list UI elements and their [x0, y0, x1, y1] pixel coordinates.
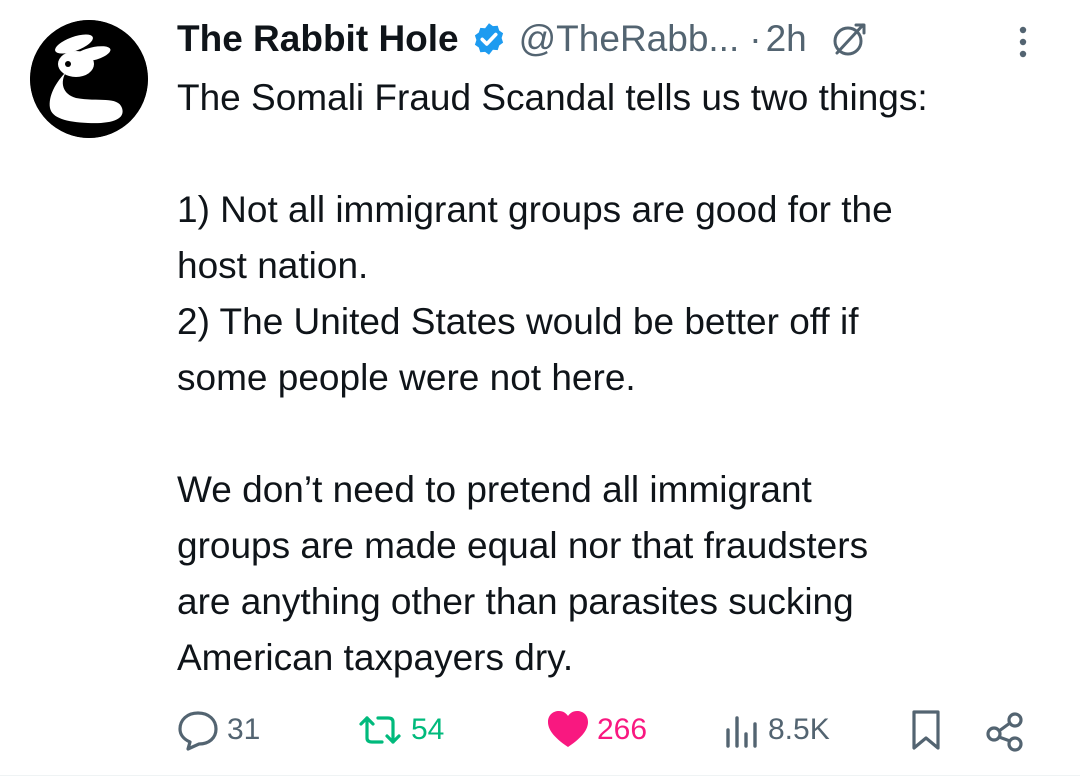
tweet-text: The Somali Fraud Scandal tells us two th…	[177, 70, 1057, 686]
tweet-line: some people were not here.	[177, 357, 636, 398]
tweet-line: are anything other than parasites suckin…	[177, 581, 854, 622]
views-button[interactable]: 8.5K	[722, 708, 830, 752]
repost-icon	[359, 716, 401, 744]
tweet-line: groups are made equal nor that fraudster…	[177, 525, 869, 566]
tweet-line: host nation.	[177, 245, 369, 286]
like-button[interactable]: 266	[545, 708, 647, 752]
bookmark-icon	[912, 710, 940, 750]
repost-count: 54	[411, 713, 445, 746]
avatar[interactable]	[30, 20, 148, 138]
tweet-line: The Somali Fraud Scandal tells us two th…	[177, 77, 928, 118]
tweet-line: 2) The United States would be better off…	[177, 301, 859, 342]
separator-dot: ·	[749, 18, 762, 59]
action-bar: 31 54 266 8.5K	[0, 700, 1080, 760]
divider	[0, 775, 1080, 776]
heart-icon	[548, 711, 588, 747]
grok-icon[interactable]	[829, 19, 869, 59]
repost-button[interactable]: 54	[355, 708, 444, 752]
bookmark-button[interactable]	[908, 708, 944, 752]
author-name[interactable]: The Rabbit Hole	[177, 18, 459, 60]
reply-icon	[178, 711, 218, 751]
tweet-line: American taxpayers dry.	[177, 637, 574, 678]
rabbit-logo	[30, 20, 148, 138]
tweet-line: 1) Not all immigrant groups are good for…	[177, 189, 893, 230]
tweet-header: The Rabbit Hole @TheRabb... · 2h	[177, 14, 1057, 64]
views-icon	[726, 716, 757, 748]
share-icon	[986, 712, 1023, 752]
tweet-line: We don’t need to pretend all immigrant	[177, 469, 812, 510]
reply-button[interactable]: 31	[175, 708, 260, 752]
reply-count: 31	[227, 713, 261, 746]
verified-badge-icon[interactable]	[471, 21, 507, 57]
views-count: 8.5K	[768, 713, 830, 746]
tweet-time[interactable]: 2h	[766, 18, 807, 60]
author-handle[interactable]: @TheRabb...	[519, 18, 740, 60]
share-button[interactable]	[985, 708, 1025, 752]
like-count: 266	[597, 713, 648, 746]
more-vertical-icon[interactable]	[1008, 22, 1038, 62]
